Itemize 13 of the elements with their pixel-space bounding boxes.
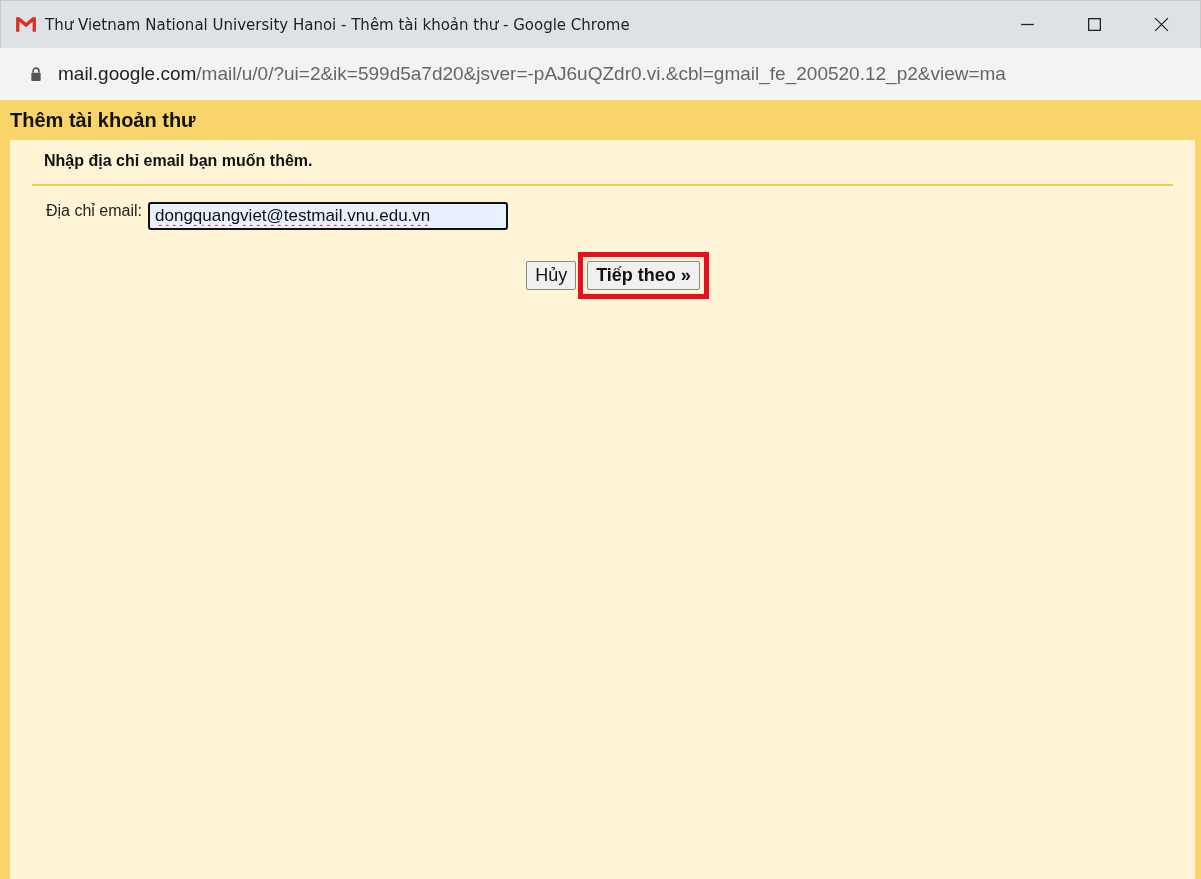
- instruction-text: Nhập địa chỉ email bạn muốn thêm.: [43, 151, 314, 171]
- envelope-icon: [15, 16, 37, 33]
- dialog-title: Thêm tài khoản thư: [10, 108, 196, 132]
- window-title: Thư Vietnam National University Hanoi - Thêm tài khoản thư - Google Chrome: [45, 15, 630, 34]
- lock-icon: [30, 67, 42, 81]
- email-field[interactable]: dongquangviet@testmail.vnu.edu.vn: [148, 202, 509, 230]
- email-label: Địa chỉ email:: [46, 202, 143, 220]
- url-text: mail.google.com/mail/u/0/?ui=2&ik=599d5a7d20&jsver=-pAJ6uQZdr0.vi.&cbl=gmail_fe_200520.12_p2&view=ma: [58, 63, 1006, 85]
- address-bar[interactable]: mail.google.com/mail/u/0/?ui=2&ik=599d5a7d20&jsver=-pAJ6uQZdr0.vi.&cbl=gmail_fe_200520.12_p2&view=ma: [0, 48, 1201, 100]
- close-icon[interactable]: [1153, 16, 1170, 33]
- next-button[interactable]: Tiếp theo »: [587, 261, 700, 290]
- cancel-button[interactable]: Hủy: [526, 261, 577, 290]
- maximize-icon[interactable]: [1086, 16, 1103, 33]
